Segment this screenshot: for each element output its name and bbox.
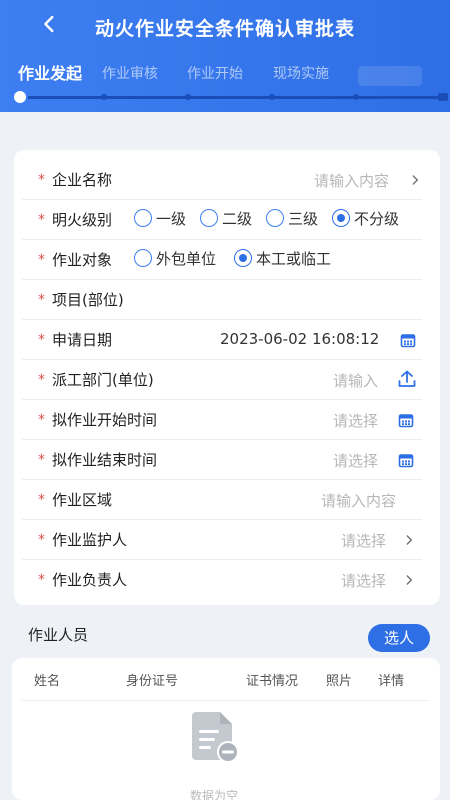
- radio-level-2[interactable]: 二级: [200, 208, 252, 229]
- company-input[interactable]: 请输入内容: [314, 170, 389, 191]
- department-row[interactable]: * 派工部门(单位) 请输入: [22, 360, 422, 400]
- radio-level-1[interactable]: 一级: [134, 208, 186, 229]
- end-time-row[interactable]: * 拟作业结束时间 请选择: [22, 440, 422, 480]
- required-mark: *: [38, 572, 45, 588]
- chevron-right-icon: [406, 535, 413, 545]
- chevron-right-icon: [406, 575, 413, 585]
- progress-dot: [185, 94, 191, 100]
- apply-date-value[interactable]: 2023-06-02 16:08:12: [220, 330, 379, 348]
- required-mark: *: [38, 292, 45, 308]
- required-mark: *: [38, 452, 45, 468]
- progress-dot: [269, 94, 275, 100]
- radio-circle-icon: [134, 209, 152, 227]
- radio-circle-icon: [266, 209, 284, 227]
- required-mark: *: [38, 492, 45, 508]
- guardian-row[interactable]: * 作业监护人 请选择: [22, 520, 422, 560]
- department-label: 派工部门(单位): [52, 371, 154, 389]
- fire-level-label: 明火级别: [52, 211, 113, 229]
- project-label: 项目(部位): [52, 291, 124, 309]
- department-input[interactable]: 请输入: [333, 370, 378, 391]
- radio-level-none[interactable]: 不分级: [332, 208, 399, 229]
- step-tab-start[interactable]: 作业开始: [187, 63, 243, 83]
- progress-end: [438, 93, 448, 101]
- company-label: 企业名称: [52, 171, 113, 189]
- required-mark: *: [38, 412, 45, 428]
- column-header-name: 姓名: [34, 674, 61, 689]
- step-tab-hidden: [358, 66, 422, 86]
- required-mark: *: [38, 172, 45, 188]
- area-input[interactable]: 请输入内容: [321, 490, 396, 511]
- apply-date-row[interactable]: * 申请日期 2023-06-02 16:08:12: [22, 320, 422, 360]
- empty-document-icon: [192, 712, 239, 763]
- radio-circle-icon: [200, 209, 218, 227]
- start-time-input[interactable]: 请选择: [333, 410, 378, 431]
- company-row[interactable]: * 企业名称 请输入内容: [22, 160, 422, 200]
- step-tab-initiate[interactable]: 作业发起: [18, 60, 82, 84]
- page-title: 动火作业安全条件确认审批表: [94, 18, 355, 40]
- column-header-id-number: 身份证号: [126, 674, 179, 689]
- radio-outsource[interactable]: 外包单位: [134, 248, 216, 269]
- select-person-button[interactable]: 选人: [368, 624, 430, 652]
- required-mark: *: [38, 532, 45, 548]
- leader-input[interactable]: 请选择: [341, 570, 386, 591]
- calendar-icon[interactable]: [398, 452, 414, 468]
- radio-circle-icon: [134, 249, 152, 267]
- column-header-detail: 详情: [378, 674, 405, 689]
- project-row[interactable]: * 项目(部位): [22, 280, 422, 320]
- radio-level-3[interactable]: 三级: [266, 208, 318, 229]
- radio-own-staff[interactable]: 本工或临工: [234, 248, 331, 269]
- progress-dot: [353, 94, 359, 100]
- calendar-icon[interactable]: [400, 332, 416, 348]
- progress-current-dot: [12, 89, 28, 105]
- area-row[interactable]: * 作业区域 请输入内容: [22, 480, 422, 520]
- radio-checked-icon: [234, 249, 252, 267]
- column-header-photo: 照片: [326, 674, 353, 689]
- end-time-input[interactable]: 请选择: [333, 450, 378, 471]
- required-mark: *: [38, 372, 45, 388]
- start-time-label: 拟作业开始时间: [52, 411, 158, 429]
- target-row: * 作业对象 外包单位 本工或临工: [22, 240, 422, 280]
- step-tab-review[interactable]: 作业审核: [102, 63, 158, 83]
- table-header-divider: [22, 700, 428, 701]
- target-label: 作业对象: [52, 251, 113, 269]
- step-tab-onsite[interactable]: 现场实施: [273, 63, 329, 83]
- empty-state-text: 数据为空: [190, 789, 239, 800]
- leader-label: 作业负责人: [52, 571, 128, 589]
- radio-checked-icon: [332, 209, 350, 227]
- required-mark: *: [38, 332, 45, 348]
- fire-level-row: * 明火级别 一级 二级 三级 不分级: [22, 200, 422, 240]
- chevron-right-icon: [412, 175, 419, 185]
- column-header-certificate: 证书情况: [246, 674, 299, 689]
- start-time-row[interactable]: * 拟作业开始时间 请选择: [22, 400, 422, 440]
- required-mark: *: [38, 252, 45, 268]
- header: 动火作业安全条件确认审批表 作业发起 作业审核 作业开始 现场实施: [0, 0, 450, 112]
- required-mark: *: [38, 212, 45, 228]
- progress-dot: [101, 94, 107, 100]
- apply-date-label: 申请日期: [52, 331, 113, 349]
- upload-icon[interactable]: [398, 370, 416, 388]
- calendar-icon[interactable]: [398, 412, 414, 428]
- personnel-section-title: 作业人员: [28, 626, 89, 644]
- leader-row[interactable]: * 作业负责人 请选择: [22, 560, 422, 600]
- guardian-label: 作业监护人: [52, 531, 128, 549]
- progress-track: [20, 96, 444, 99]
- end-time-label: 拟作业结束时间: [52, 451, 158, 469]
- guardian-input[interactable]: 请选择: [341, 530, 386, 551]
- area-label: 作业区域: [52, 491, 113, 509]
